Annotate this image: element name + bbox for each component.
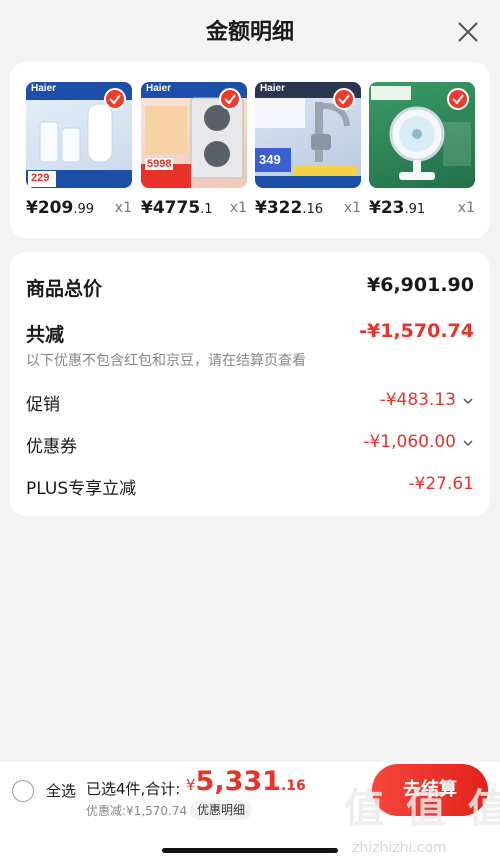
price-decimal: .91 <box>404 202 426 217</box>
product-thumbnail[interactable]: Haier 349 <box>255 82 361 188</box>
chevron-down-icon[interactable] <box>462 396 474 406</box>
product-price: ¥322.16 <box>255 198 323 218</box>
total-decimal: .16 <box>280 778 306 794</box>
order-total: ¥5,331.16 <box>186 766 306 797</box>
select-all-label[interactable]: 全选 <box>46 780 76 801</box>
page-title: 金额明细 <box>205 20 294 45</box>
product-quantity: x1 <box>229 200 247 216</box>
total-currency: ¥ <box>186 776 196 794</box>
close-icon[interactable] <box>452 16 484 48</box>
total-reduction-label: 共减 <box>26 324 65 346</box>
selected-count-text: 已选4件,合计: <box>86 780 181 798</box>
price-summary: 商品总价 ¥6,901.90 共减 -¥1,570.74 以下优惠不包含红包和京… <box>10 252 490 516</box>
selected-check-icon[interactable] <box>333 88 355 110</box>
price-integer: ¥322 <box>255 198 303 218</box>
brand-logo: Haier <box>146 83 172 94</box>
plus-discount-value: -¥27.61 <box>408 474 474 494</box>
product-list: Haier 229 ¥209.99 x1 Haier 5998 ¥4775.1 … <box>10 62 490 238</box>
total-price-value: ¥6,901.90 <box>367 274 474 296</box>
coupon-value: -¥1,060.00 <box>363 432 456 452</box>
discount-detail-button[interactable]: 优惠明细 <box>190 800 253 820</box>
product-price: ¥23.91 <box>369 198 425 218</box>
selected-check-icon[interactable] <box>447 88 469 110</box>
header: 金额明细 <box>0 0 500 60</box>
price-decimal: .16 <box>302 202 324 217</box>
brand-logo: Haier <box>31 83 57 94</box>
price-badge: 229 <box>31 172 50 184</box>
product-thumbnail[interactable]: Haier 229 <box>26 82 132 188</box>
price-integer: ¥23 <box>369 198 405 218</box>
price-decimal: .1 <box>200 202 213 217</box>
product-quantity: x1 <box>343 200 361 216</box>
watermark-glyphs: 值 值 值 <box>344 786 500 832</box>
chevron-down-icon[interactable] <box>462 438 474 448</box>
brand-logo: Haier <box>260 83 286 94</box>
selected-check-icon[interactable] <box>104 88 126 110</box>
product-item[interactable]: Haier 349 ¥322.16 x1 <box>255 82 361 218</box>
product-item[interactable]: Haier 229 ¥209.99 x1 <box>26 82 132 218</box>
promotion-value: -¥483.13 <box>379 390 456 410</box>
product-price: ¥209.99 <box>26 198 94 218</box>
watermark: 值 值 值 zhizhizhi.com <box>344 776 500 862</box>
discount-summary: 优惠减:¥1,570.74 <box>86 804 188 818</box>
plus-discount-label: PLUS专享立减 <box>26 479 137 499</box>
product-item[interactable]: ¥23.91 x1 <box>369 82 475 218</box>
selected-check-icon[interactable] <box>219 88 241 110</box>
product-item[interactable]: Haier 5998 ¥4775.1 x1 <box>141 82 247 218</box>
promotion-label: 促销 <box>26 395 60 415</box>
total-reduction-value: -¥1,570.74 <box>359 320 474 342</box>
price-integer: ¥209 <box>26 198 74 218</box>
price-badge: 349 <box>259 152 281 167</box>
total-price-label: 商品总价 <box>26 278 103 300</box>
product-thumbnail[interactable]: Haier 5998 <box>141 82 247 188</box>
product-price: ¥4775.1 <box>141 198 213 218</box>
total-integer: 5,331 <box>195 766 281 797</box>
home-indicator[interactable] <box>162 848 338 853</box>
discount-hint: 以下优惠不包含红包和京豆，请在结算页查看 <box>26 353 306 369</box>
watermark-url: zhizhizhi.com <box>352 840 447 856</box>
coupon-label: 优惠券 <box>26 437 77 457</box>
select-all-radio[interactable] <box>12 780 34 802</box>
price-badge: 5998 <box>145 158 174 170</box>
price-decimal: .99 <box>73 202 95 217</box>
product-quantity: x1 <box>114 200 132 216</box>
price-integer: ¥4775 <box>141 198 201 218</box>
product-thumbnail[interactable] <box>369 82 475 188</box>
product-quantity: x1 <box>457 200 475 216</box>
